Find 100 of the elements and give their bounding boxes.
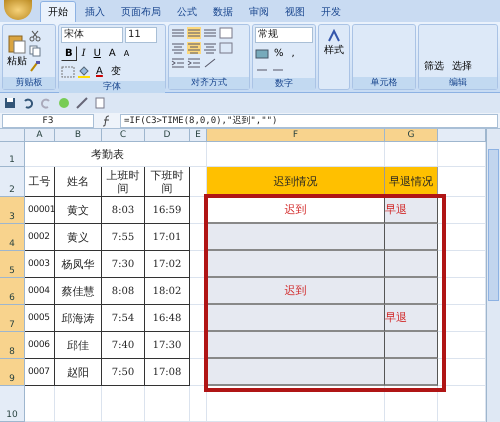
- row-header[interactable]: 6: [0, 278, 25, 305]
- currency-icon[interactable]: [255, 48, 269, 60]
- table-cell: 0003: [25, 251, 55, 278]
- table-cell: 7:40: [102, 332, 145, 359]
- align-icon[interactable]: [171, 42, 185, 54]
- row-header[interactable]: 5: [0, 251, 25, 278]
- align-icon[interactable]: [187, 27, 201, 39]
- ribbon-tab[interactable]: 插入: [78, 2, 112, 22]
- table-cell: 0007: [25, 359, 55, 386]
- row-header[interactable]: 2: [0, 167, 25, 197]
- table-cell[interactable]: [207, 224, 385, 251]
- table-cell[interactable]: 迟到: [207, 197, 385, 224]
- indent-icon[interactable]: [171, 57, 185, 69]
- row-header[interactable]: 1: [0, 142, 25, 167]
- ribbon-tab[interactable]: 页面布局: [114, 2, 168, 22]
- table-cell[interactable]: [207, 305, 385, 332]
- group-label: 剪贴板: [3, 77, 55, 89]
- paste-button[interactable]: 粘贴: [5, 32, 29, 70]
- table-cell: 7:54: [102, 305, 145, 332]
- table-cell: 邱佳: [55, 332, 102, 359]
- grow-font-button[interactable]: A: [106, 46, 119, 61]
- font-family-dropdown[interactable]: 宋体: [61, 27, 123, 43]
- row-header[interactable]: 7: [0, 305, 25, 332]
- table-cell: 黄义: [55, 224, 102, 251]
- filter-button[interactable]: 筛选: [421, 59, 447, 74]
- font-color-button[interactable]: A: [93, 64, 106, 79]
- table-cell[interactable]: [207, 332, 385, 359]
- ribbon-tab[interactable]: 数据: [206, 2, 240, 22]
- row-header[interactable]: 9: [0, 359, 25, 386]
- ribbon-tab[interactable]: 开始: [40, 1, 76, 22]
- wrap-text-icon[interactable]: [219, 27, 233, 39]
- column-header[interactable]: B: [55, 129, 102, 142]
- indent-icon[interactable]: [187, 57, 201, 69]
- scissors-icon[interactable]: [29, 30, 41, 42]
- table-cell[interactable]: [385, 251, 438, 278]
- table-cell[interactable]: 迟到: [207, 278, 385, 305]
- document-icon[interactable]: [94, 97, 106, 109]
- table-cell: 7:50: [102, 359, 145, 386]
- copy-icon[interactable]: [29, 45, 41, 57]
- select-button[interactable]: 选择: [449, 59, 475, 74]
- table-cell[interactable]: [385, 359, 438, 386]
- ribbon-tab[interactable]: 开发: [314, 2, 348, 22]
- empty-cell: [385, 386, 438, 422]
- row-header[interactable]: 10: [0, 386, 25, 422]
- table-cell[interactable]: [207, 251, 385, 278]
- table-cell[interactable]: 早退: [385, 305, 438, 332]
- table-cell: 18:02: [145, 278, 190, 305]
- column-header[interactable]: F: [207, 129, 385, 142]
- number-format-dropdown[interactable]: 常规: [255, 27, 313, 43]
- save-icon[interactable]: [4, 97, 16, 109]
- row-header[interactable]: 8: [0, 332, 25, 359]
- brush-icon[interactable]: [29, 60, 41, 72]
- column-header[interactable]: G: [385, 129, 438, 142]
- table-cell: 17:08: [145, 359, 190, 386]
- table-cell: 赵阳: [55, 359, 102, 386]
- table-cell[interactable]: [385, 278, 438, 305]
- row-header[interactable]: 4: [0, 224, 25, 251]
- ribbon-tab[interactable]: 公式: [170, 2, 204, 22]
- table-cell[interactable]: [207, 359, 385, 386]
- table-cell: 17:02: [145, 251, 190, 278]
- table-cell: 蔡佳慧: [55, 278, 102, 305]
- empty-cell: [102, 386, 145, 422]
- percent-button[interactable]: %: [271, 46, 287, 61]
- empty-cell: [145, 386, 190, 422]
- comma-button[interactable]: ,: [288, 46, 298, 61]
- fill-bucket-icon[interactable]: [77, 66, 91, 78]
- ribbon-tab[interactable]: 视图: [278, 2, 312, 22]
- font-size-dropdown[interactable]: 11: [125, 27, 157, 43]
- align-icon[interactable]: [187, 42, 201, 54]
- column-header[interactable]: D: [145, 129, 190, 142]
- align-icon[interactable]: [203, 27, 217, 39]
- column-heading: 工号: [25, 167, 55, 197]
- table-cell[interactable]: [385, 332, 438, 359]
- formula-input[interactable]: =IF(C3>TIME(8,0,0),"迟到",""): [120, 114, 498, 128]
- name-box[interactable]: F3: [2, 114, 94, 128]
- column-header[interactable]: E: [190, 129, 207, 142]
- merge-icon[interactable]: [219, 42, 233, 54]
- bold-button[interactable]: B: [61, 46, 77, 61]
- phonetic-button[interactable]: 变: [108, 64, 124, 79]
- table-cell: 7:30: [102, 251, 145, 278]
- italic-button[interactable]: I: [78, 46, 89, 61]
- orientation-icon[interactable]: [203, 57, 217, 69]
- align-icon[interactable]: [171, 27, 185, 39]
- row-header[interactable]: 3: [0, 197, 25, 224]
- group-label: 数字: [253, 78, 315, 90]
- column-header[interactable]: A: [25, 129, 55, 142]
- table-cell: 16:59: [145, 197, 190, 224]
- vertical-scrollbar[interactable]: [486, 129, 500, 422]
- column-header[interactable]: C: [102, 129, 145, 142]
- table-cell: 0002: [25, 224, 55, 251]
- underline-button[interactable]: U: [90, 46, 104, 61]
- border-icon[interactable]: [61, 66, 75, 78]
- table-cell: 17:01: [145, 224, 190, 251]
- align-icon[interactable]: [203, 42, 217, 54]
- table-cell[interactable]: 早退: [385, 197, 438, 224]
- table-cell[interactable]: [385, 224, 438, 251]
- shrink-font-button[interactable]: A: [120, 46, 132, 61]
- column-heading: 姓名: [55, 167, 102, 197]
- ribbon-tab[interactable]: 审阅: [242, 2, 276, 22]
- undo-icon[interactable]: [22, 97, 34, 109]
